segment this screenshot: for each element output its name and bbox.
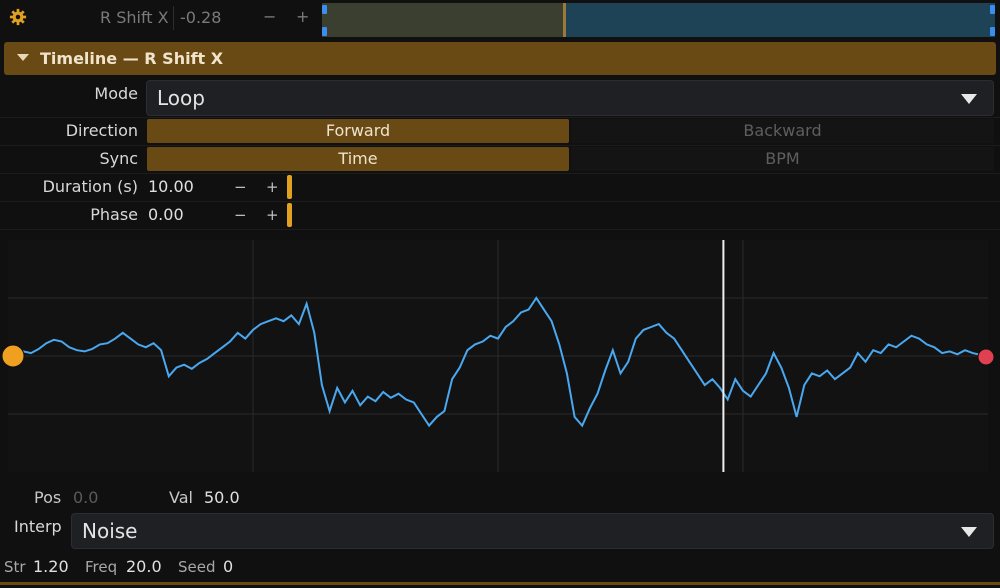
- phase-increment-button[interactable]: +: [266, 206, 279, 224]
- gear-icon[interactable]: [9, 8, 27, 26]
- seed-label: Seed: [178, 558, 216, 576]
- duration-increment-button[interactable]: +: [266, 178, 279, 196]
- duration-row: Duration (s) 10.00 − +: [0, 174, 1000, 202]
- interp-dropdown[interactable]: Noise: [71, 513, 994, 549]
- range-start-handle-top[interactable]: [322, 5, 327, 14]
- increment-button[interactable]: +: [296, 7, 309, 26]
- range-playhead[interactable]: [563, 3, 567, 37]
- pos-label: Pos: [34, 488, 62, 507]
- sync-time-option[interactable]: Time: [147, 147, 569, 171]
- panel-bottom-divider: [0, 582, 1000, 585]
- sync-row: Sync Time BPM: [0, 146, 1000, 174]
- phase-label: Phase: [90, 205, 138, 224]
- phase-slider-handle[interactable]: [287, 203, 292, 227]
- duration-label: Duration (s): [42, 177, 138, 196]
- freq-value[interactable]: 20.0: [126, 557, 162, 576]
- range-end-handle-top[interactable]: [990, 5, 995, 14]
- parameter-value[interactable]: -0.28: [180, 8, 221, 27]
- range-end-handle-bottom[interactable]: [990, 27, 995, 36]
- timeline-range-bar[interactable]: [322, 3, 995, 37]
- str-label: Str: [4, 558, 26, 576]
- phase-row: Phase 0.00 − +: [0, 202, 1000, 230]
- chevron-down-icon: [961, 527, 977, 537]
- sync-label: Sync: [99, 149, 138, 168]
- mode-dropdown[interactable]: Loop: [146, 80, 994, 116]
- mode-value: Loop: [157, 86, 205, 110]
- curve-grid: [8, 240, 988, 472]
- timeline-panel-header[interactable]: Timeline — R Shift X: [4, 42, 996, 75]
- interp-label: Interp: [14, 517, 62, 536]
- direction-forward-option[interactable]: Forward: [147, 119, 569, 143]
- phase-decrement-button[interactable]: −: [234, 206, 247, 224]
- divider: [173, 6, 174, 30]
- panel-title: Timeline — R Shift X: [40, 49, 224, 68]
- parameter-name: R Shift X: [100, 8, 169, 27]
- freq-label: Freq: [85, 558, 118, 576]
- collapse-triangle-icon[interactable]: [17, 54, 29, 61]
- range-progress: [322, 3, 565, 37]
- curve-editor[interactable]: [8, 240, 988, 472]
- val-label: Val: [169, 488, 193, 507]
- duration-value[interactable]: 10.00: [148, 177, 194, 196]
- sync-bpm-option[interactable]: BPM: [571, 147, 994, 171]
- pos-value[interactable]: 0.0: [73, 488, 98, 507]
- seed-value[interactable]: 0: [223, 557, 233, 576]
- mode-row: Mode Loop: [0, 78, 1000, 118]
- parameter-strip: R Shift X -0.28 − +: [0, 0, 1000, 38]
- direction-label: Direction: [65, 121, 138, 140]
- mode-label: Mode: [94, 84, 138, 103]
- duration-slider-handle[interactable]: [287, 175, 292, 199]
- curve-canvas[interactable]: [8, 240, 988, 472]
- str-value[interactable]: 1.20: [33, 557, 69, 576]
- val-value[interactable]: 50.0: [204, 488, 240, 507]
- range-start-handle-bottom[interactable]: [322, 27, 327, 36]
- decrement-button[interactable]: −: [263, 7, 276, 26]
- phase-value[interactable]: 0.00: [148, 205, 184, 224]
- duration-decrement-button[interactable]: −: [234, 178, 247, 196]
- interp-value: Noise: [82, 519, 138, 543]
- direction-backward-option[interactable]: Backward: [571, 119, 994, 143]
- chevron-down-icon: [961, 94, 977, 104]
- direction-row: Direction Forward Backward: [0, 118, 1000, 146]
